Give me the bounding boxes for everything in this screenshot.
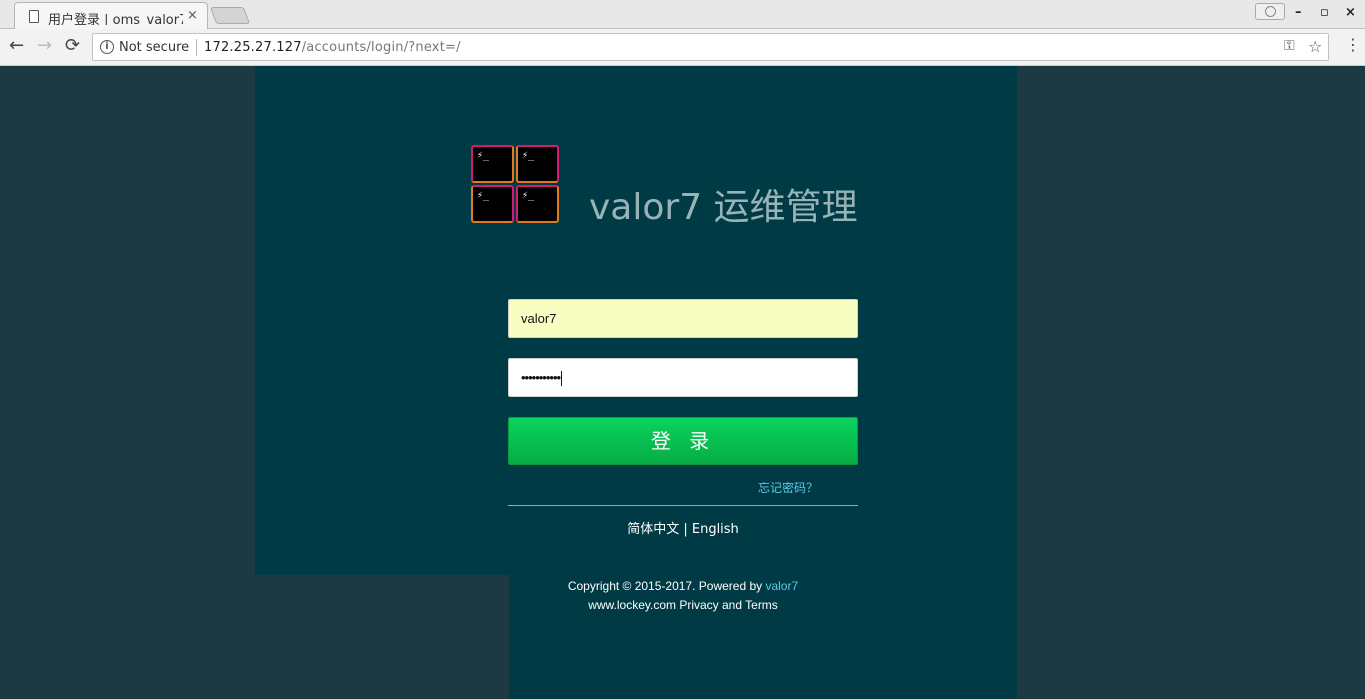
close-window-button[interactable]: ×: [1345, 5, 1356, 20]
lang-separator: |: [679, 522, 692, 537]
minimize-button[interactable]: –: [1295, 5, 1302, 20]
powered-by-link[interactable]: valor7: [765, 579, 798, 593]
site-link[interactable]: www.lockey.com: [588, 598, 676, 612]
language-switcher: 简体中文 | English: [508, 518, 858, 537]
terminal-icon: ⚡_: [516, 185, 559, 223]
terminal-icon: ⚡_: [471, 145, 514, 183]
key-icon[interactable]: ⚿: [1284, 38, 1295, 54]
browser-tabstrip: 用户登录 | oms_valor7 × – ▫ ×: [0, 0, 1365, 29]
terminal-icon: ⚡_: [516, 145, 559, 183]
browser-menu-icon[interactable]: ⋮: [1345, 37, 1361, 53]
url-path: /accounts/login/?next=/: [301, 40, 461, 55]
browser-tab[interactable]: 用户登录 | oms_valor7 ×: [14, 2, 208, 29]
url-text[interactable]: 172.25.27.127/accounts/login/?next=/: [204, 40, 461, 55]
login-button[interactable]: 登 录: [508, 417, 858, 465]
lang-zh-link[interactable]: 简体中文: [627, 522, 679, 537]
profile-icon: [1265, 6, 1276, 17]
security-label[interactable]: Not secure: [119, 40, 189, 55]
profile-button[interactable]: [1255, 3, 1285, 20]
browser-toolbar: ← → ⟳ i Not secure 172.25.27.127/account…: [0, 29, 1365, 66]
lang-en-link[interactable]: English: [692, 522, 739, 537]
tab-close-icon[interactable]: ×: [187, 8, 198, 23]
omnibox-separator: [196, 39, 197, 56]
username-input[interactable]: valor7: [508, 299, 858, 338]
app-logo: ⚡_ ⚡_ ⚡_ ⚡_: [470, 144, 561, 225]
forgot-password-link[interactable]: 忘记密码？: [758, 479, 818, 496]
reload-icon[interactable]: ⟳: [65, 37, 80, 55]
copyright-line: Copyright © 2015-2017. Powered by valor7: [508, 577, 858, 596]
back-icon[interactable]: ←: [9, 37, 24, 55]
app-title: valor7 运维管理: [589, 187, 858, 228]
new-tab-button[interactable]: [209, 7, 251, 24]
divider: [508, 505, 858, 506]
copyright-text: Copyright © 2015-2017. Powered by: [567, 579, 766, 593]
terminal-icon: ⚡_: [471, 185, 514, 223]
address-bar[interactable]: i Not secure 172.25.27.127/accounts/logi…: [92, 33, 1329, 61]
url-host: 172.25.27.127: [204, 40, 302, 55]
bookmark-star-icon[interactable]: ☆: [1308, 37, 1322, 56]
maximize-button[interactable]: ▫: [1320, 5, 1329, 20]
info-icon[interactable]: i: [100, 40, 114, 54]
footer: Copyright © 2015-2017. Powered by valor7…: [508, 577, 858, 615]
password-input[interactable]: •••••••••••: [508, 358, 858, 397]
text-caret: [561, 371, 563, 387]
privacy-link[interactable]: Privacy and Terms: [679, 598, 777, 612]
page-icon: [29, 10, 39, 23]
tab-title: 用户登录 | oms_valor7: [48, 13, 183, 25]
forward-icon[interactable]: →: [37, 37, 52, 55]
footer-links: www.lockey.com Privacy and Terms: [508, 596, 858, 615]
password-mask: •••••••••••: [521, 370, 561, 385]
